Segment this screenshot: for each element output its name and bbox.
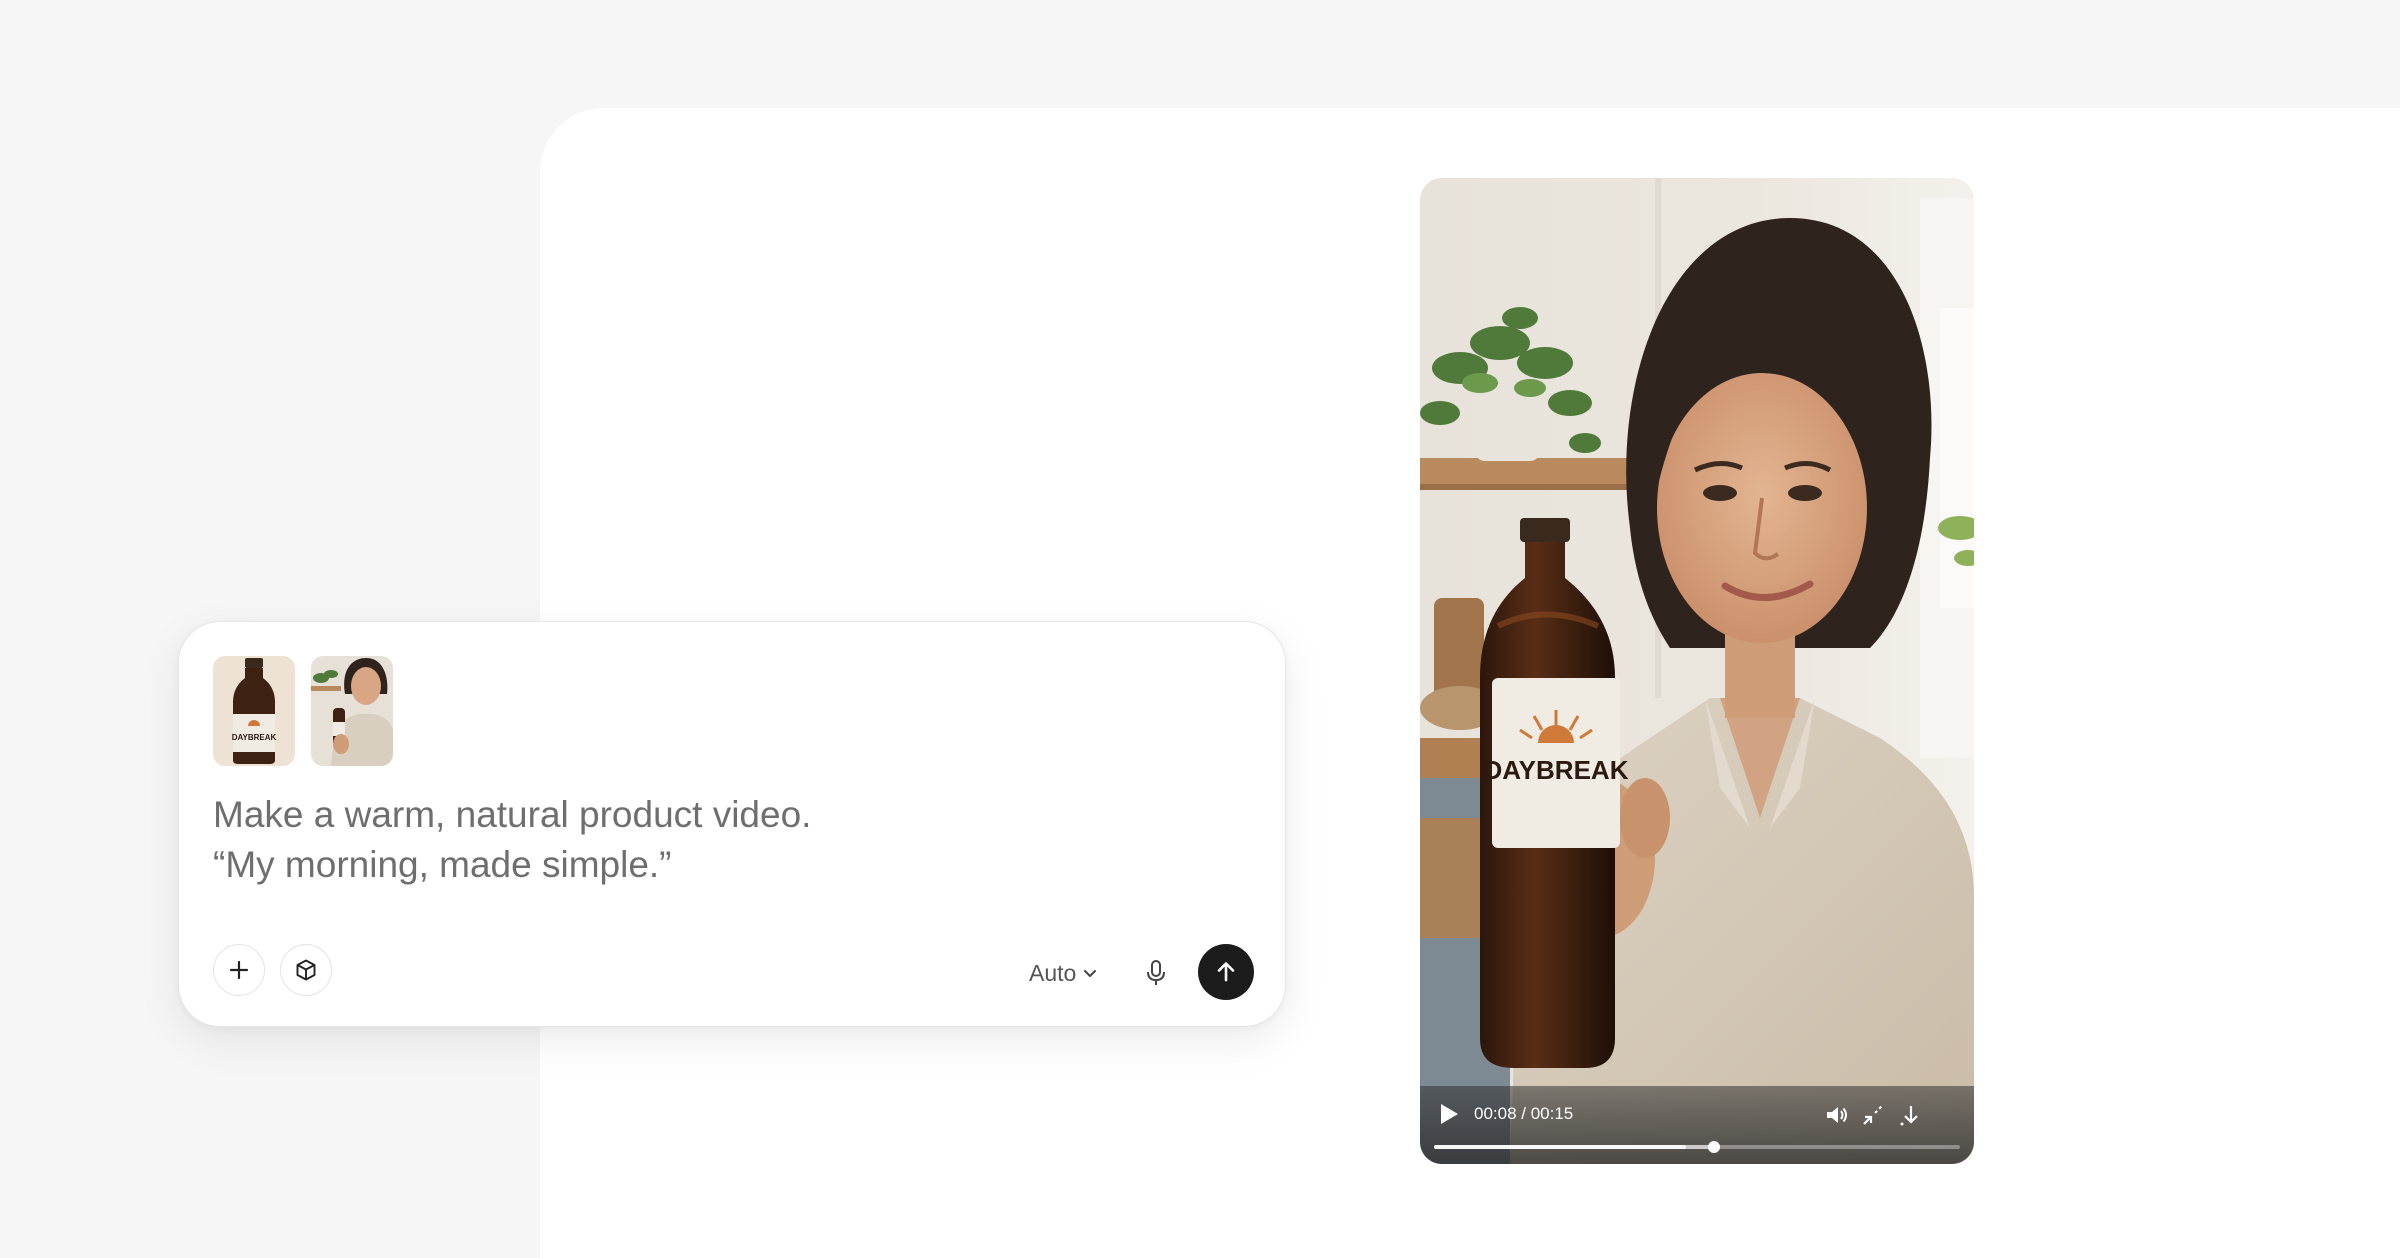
plus-icon: [229, 960, 249, 980]
woman-thumbnail: [311, 656, 393, 766]
collapse-icon: [1863, 1105, 1883, 1125]
bottle-label-text: DAYBREAK: [1484, 755, 1629, 785]
mode-select-value: Auto: [1029, 959, 1077, 986]
chevron-down-icon: [1084, 970, 1097, 977]
cube-icon: [296, 959, 316, 981]
play-button[interactable]: [1434, 1100, 1462, 1128]
thumbnail-label-text: DAYBREAK: [232, 733, 277, 742]
progress-bar[interactable]: [1434, 1141, 1960, 1153]
bottle-thumbnail: DAYBREAK: [213, 656, 295, 766]
prompt-line-2: “My morning, made simple.”: [213, 844, 672, 885]
download-icon: [1900, 1106, 1918, 1126]
prompt-composer: DAYBREAK Make a warm, natural product vi…: [178, 621, 1286, 1027]
video-player[interactable]: DAYBREAK 00:08 / 00:15: [1420, 178, 1974, 1164]
exit-fullscreen-button[interactable]: [1860, 1102, 1886, 1128]
attachment-woman[interactable]: [311, 656, 393, 766]
object-button[interactable]: [280, 944, 332, 996]
video-frame[interactable]: DAYBREAK: [1420, 178, 1974, 1164]
attachment-bottle[interactable]: DAYBREAK: [213, 656, 295, 766]
play-icon: [1441, 1104, 1458, 1124]
volume-button[interactable]: [1824, 1102, 1850, 1128]
microphone-icon: [1147, 960, 1165, 985]
arrow-up-icon: [1217, 962, 1235, 982]
progress-played: [1434, 1145, 1715, 1149]
volume-icon: [1827, 1107, 1847, 1123]
send-button[interactable]: [1198, 944, 1254, 1000]
video-controls: 00:08 / 00:15: [1420, 1086, 1974, 1164]
progress-thumb[interactable]: [1708, 1141, 1721, 1153]
download-button[interactable]: [1896, 1102, 1922, 1128]
mode-select[interactable]: Auto: [1029, 958, 1098, 988]
prompt-line-1: Make a warm, natural product video.: [213, 794, 812, 835]
add-attachment-button[interactable]: [213, 944, 265, 996]
mic-button[interactable]: [1139, 956, 1173, 990]
time-display: 00:08 / 00:15: [1474, 1104, 1574, 1123]
prompt-input[interactable]: Make a warm, natural product video. “My …: [213, 790, 1213, 890]
